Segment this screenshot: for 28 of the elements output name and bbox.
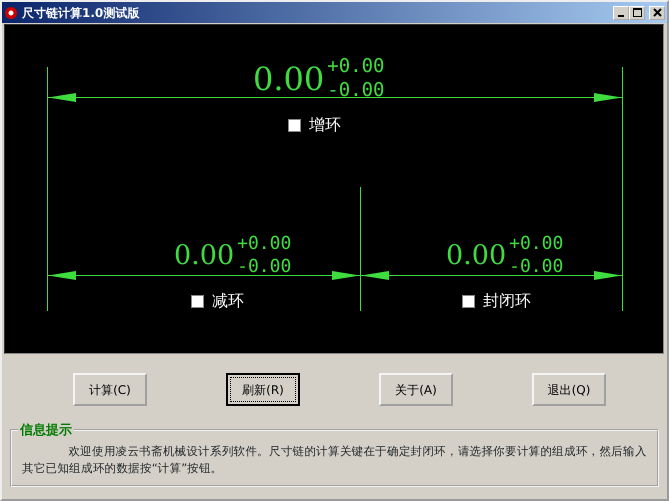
checkbox-label: 封闭环: [483, 290, 531, 312]
checkbox[interactable]: [288, 118, 301, 132]
checkbox-label: 增环: [309, 114, 341, 136]
minimize-button[interactable]: [613, 6, 629, 20]
lower-tolerance: -0.00: [509, 258, 564, 276]
maximize-button[interactable]: [629, 6, 645, 20]
nominal-value: 0.00: [174, 242, 234, 269]
close-icon: [652, 8, 662, 17]
upper-tolerance: +0.00: [237, 235, 292, 253]
maximize-icon: [632, 8, 642, 17]
checkbox[interactable]: [462, 294, 475, 308]
lower-tolerance: -0.00: [327, 81, 384, 100]
command-button[interactable]: 退出(Q): [532, 373, 606, 406]
app-icon: [4, 6, 18, 20]
checkbox-label: 减环: [212, 290, 244, 312]
window-title: 尺寸链计算1.0测试版: [22, 4, 140, 22]
info-text: 欢迎使用凌云书斋机械设计系列软件。尺寸链的计算关键在于确定封闭环，请选择你要计算的组成环，然后输入其它已知组成环的数据按“计算”按钮。: [22, 443, 647, 477]
command-button[interactable]: 刷新(R): [226, 373, 300, 406]
command-button[interactable]: 计算(C): [73, 373, 147, 406]
checkbox[interactable]: [191, 294, 204, 308]
close-button[interactable]: [649, 6, 665, 20]
minimize-icon: [618, 14, 624, 16]
lower-tolerance: -0.00: [237, 258, 292, 276]
upper-tolerance: +0.00: [509, 235, 564, 253]
nominal-value: 0.00: [446, 242, 506, 269]
nominal-value: 0.00: [253, 62, 324, 94]
command-button[interactable]: 关于(A): [379, 373, 453, 406]
upper-tolerance: +0.00: [327, 57, 384, 76]
